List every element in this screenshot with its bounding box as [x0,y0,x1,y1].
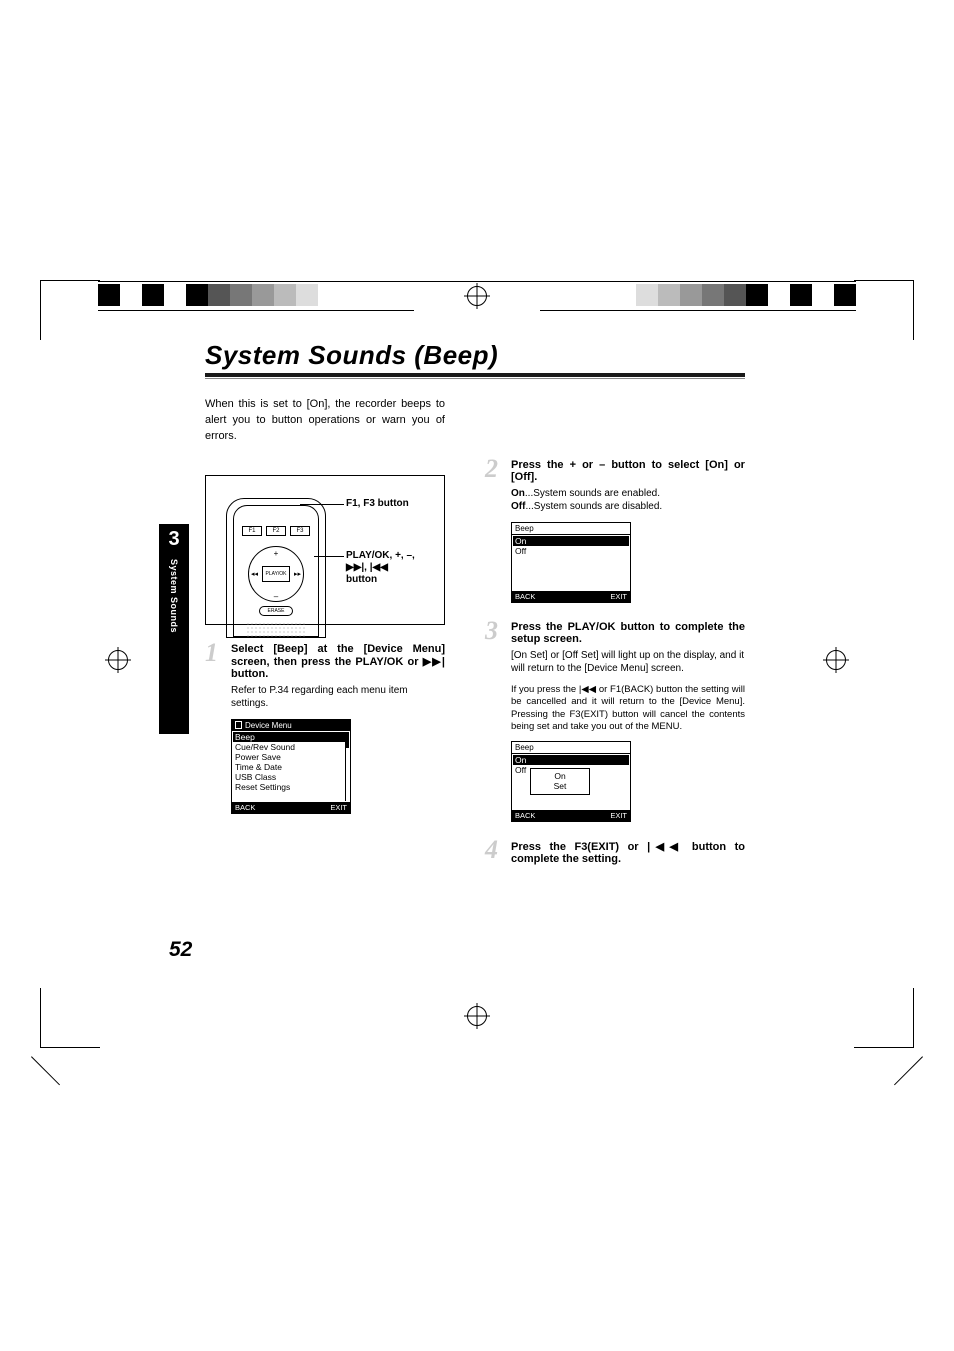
crop-mark [854,988,914,1048]
chapter-tab: 3 System Sounds [159,524,189,734]
speaker-grille [246,622,306,638]
page-title: System Sounds (Beep) [205,340,745,371]
lcd-row-selected: On [513,755,629,765]
lcd-exit: EXIT [610,811,627,820]
step-2-off: Off...System sounds are disabled. [511,500,745,514]
f1-key: F1 [242,526,262,536]
lcd-popup: On Set [530,768,590,794]
right-column: 2 Press the + or – button to select [On]… [485,459,745,865]
crop-mark [854,280,914,340]
step-1-sub: Refer to P.34 regarding each menu item s… [231,684,445,711]
step-number: 1 [205,643,223,814]
page-number: 52 [169,938,192,962]
step-3-sub2: If you press the |◀◀ or F1(BACK) button … [511,684,745,733]
registration-bar-bottom [0,1004,954,1028]
chapter-label: System Sounds [169,559,179,633]
rewind-icon: ◂◂ [251,570,258,578]
lcd-title: Beep [512,523,630,535]
lcd-exit: EXIT [330,803,347,812]
registration-target-icon [108,650,128,670]
lcd-row: Off [515,546,627,556]
lcd-device-menu: Device Menu Beep Cue/Rev Sound Power Sav… [231,719,351,814]
lcd-row: Time & Date [235,762,347,772]
left-column: F1 F2 F3 + – ◂◂ ▸▸ PLAY/OK ERASE [205,459,445,865]
registration-target-icon [467,286,487,306]
plus-icon: + [274,549,279,558]
callout-f-buttons: F1, F3 button [346,498,409,510]
device-illustration: F1 F2 F3 + – ◂◂ ▸▸ PLAY/OK ERASE [205,475,445,625]
crop-mark [40,988,100,1048]
lcd-beep-set: Beep On Off On Set BACK EXIT [511,741,631,822]
lcd-scrollbar [345,732,349,801]
step-number: 2 [485,459,503,603]
step-3-sub1: [On Set] or [Off Set] will light up on t… [511,649,745,676]
lcd-row-selected: On [513,536,629,546]
lcd-back: BACK [515,592,535,601]
chapter-number: 3 [159,524,189,551]
step-2-on: On...System sounds are enabled. [511,487,745,501]
dpad: + – ◂◂ ▸▸ PLAY/OK [248,546,304,602]
step-number: 3 [485,621,503,822]
step-2: 2 Press the + or – button to select [On]… [485,459,745,603]
lcd-row: USB Class [235,772,347,782]
lcd-beep-select: Beep On Off BACK EXIT [511,522,631,603]
step-4: 4 Press the F3(EXIT) or |◀◀ button to co… [485,840,745,865]
lcd-title: Device Menu [232,720,350,731]
lcd-row: Reset Settings [235,782,347,792]
f2-key: F2 [266,526,286,536]
forward-icon: ▸▸ [294,570,301,578]
page-content: System Sounds (Beep) When this is set to… [205,340,745,865]
erase-button: ERASE [259,606,293,616]
lcd-back: BACK [235,803,255,812]
lcd-title: Beep [512,742,630,754]
step-number: 4 [485,840,503,865]
menu-icon [235,721,242,729]
registration-target-icon [467,1006,487,1026]
lcd-row: Power Save [235,752,347,762]
registration-target-icon [826,650,846,670]
registration-bar-top [0,284,954,308]
minus-icon: – [274,592,278,601]
play-ok-button: PLAY/OK [262,566,290,582]
lcd-row: Cue/Rev Sound [235,742,347,752]
lcd-back: BACK [515,811,535,820]
crop-mark [40,280,100,340]
callout-dpad: PLAY/OK, +, –, ▶▶|, |◀◀ button [346,550,415,586]
step-3: 3 Press the PLAY/OK button to complete t… [485,621,745,822]
step-1: 1 Select [Beep] at the [Device Menu] scr… [205,643,445,814]
title-rule [205,373,745,377]
intro-text: When this is set to [On], the recorder b… [205,397,445,445]
lcd-row-selected: Beep [233,732,349,742]
lcd-exit: EXIT [610,592,627,601]
f3-key: F3 [290,526,310,536]
